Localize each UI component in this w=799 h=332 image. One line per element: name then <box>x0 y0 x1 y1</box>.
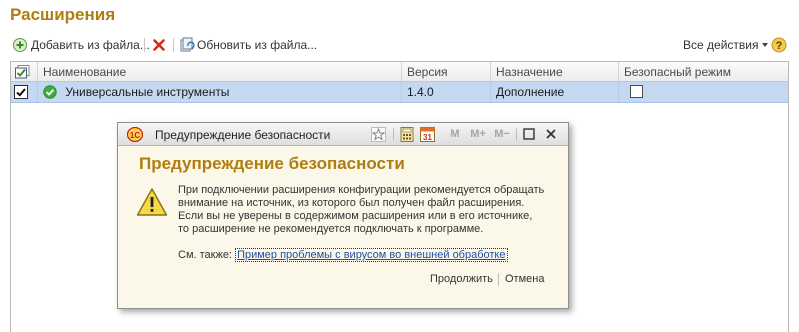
memory-m-button[interactable]: M <box>448 127 462 142</box>
delete-button[interactable] <box>151 36 167 54</box>
toolbar-separator <box>393 128 394 141</box>
1c-logo-icon: 1С <box>126 126 144 143</box>
toolbar-separator <box>144 38 145 52</box>
row-purpose-cell: Дополнение <box>490 82 618 102</box>
add-from-file-label: Добавить из файла... <box>31 38 150 52</box>
table-header: Наименование Версия Назначение Безопасны… <box>11 62 788 82</box>
green-check-circle-icon <box>43 85 57 99</box>
row-version-cell: 1.4.0 <box>401 82 490 102</box>
virus-example-link[interactable]: Пример проблемы с вирусом во внешней обр… <box>235 248 508 262</box>
row-safe-mode-cell <box>618 82 788 102</box>
caret-down-icon <box>762 43 769 47</box>
column-header-version[interactable]: Версия <box>401 62 490 82</box>
help-button[interactable]: ? <box>771 36 787 54</box>
all-actions-menu[interactable]: Все действия <box>683 36 769 54</box>
star-icon[interactable] <box>371 127 386 142</box>
extension-name: Универсальные инструменты <box>65 85 230 99</box>
header-checkbox-column[interactable] <box>11 62 37 82</box>
memory-m-minus-button[interactable]: M− <box>492 127 512 142</box>
update-from-file-button[interactable]: Обновить из файла... <box>179 36 317 54</box>
column-header-safe-mode[interactable]: Безопасный режим <box>618 62 788 82</box>
security-warning-dialog: 1С Предупреждение безопасности 31 M M+ M… <box>117 122 569 309</box>
memory-m-plus-button[interactable]: M+ <box>468 127 488 142</box>
warning-triangle-icon <box>136 187 168 217</box>
button-separator <box>498 273 499 286</box>
see-also-row: См. также: Пример проблемы с вирусом во … <box>178 248 508 262</box>
see-also-label: См. также: <box>178 249 232 261</box>
help-question-icon: ? <box>771 37 787 53</box>
close-icon[interactable] <box>545 128 557 140</box>
continue-button[interactable]: Продолжить <box>430 273 493 285</box>
row-name-cell: Универсальные инструменты <box>37 82 401 102</box>
plus-circle-icon <box>12 37 28 53</box>
safe-mode-checkbox[interactable] <box>630 85 643 98</box>
table-row[interactable]: Универсальные инструменты 1.4.0 Дополнен… <box>11 82 788 103</box>
row-enabled-checkbox[interactable] <box>14 85 28 99</box>
dialog-heading: Предупреждение безопасности <box>139 154 405 173</box>
add-from-file-button[interactable]: Добавить из файла... <box>12 36 150 54</box>
dialog-titlebar[interactable]: 1С Предупреждение безопасности 31 M M+ M… <box>118 123 568 146</box>
calendar-day: 31 <box>423 133 432 142</box>
dialog-window-title: Предупреждение безопасности <box>155 128 331 142</box>
toolbar-separator <box>173 38 174 52</box>
column-header-purpose[interactable]: Назначение <box>490 62 618 82</box>
toolbar-separator <box>516 128 517 141</box>
svg-text:1С: 1С <box>130 131 140 140</box>
column-header-name[interactable]: Наименование <box>37 62 401 82</box>
calculator-icon[interactable] <box>400 127 414 142</box>
calendar-icon[interactable]: 31 <box>420 126 435 142</box>
toolbar: Добавить из файла... Обновить из файла..… <box>10 34 789 56</box>
update-from-file-icon <box>179 37 195 53</box>
all-actions-label: Все действия <box>683 38 759 52</box>
row-checkbox-cell <box>11 82 37 102</box>
cancel-button[interactable]: Отмена <box>505 273 544 285</box>
svg-text:?: ? <box>776 40 783 52</box>
page-title: Расширения <box>10 5 116 24</box>
maximize-icon[interactable] <box>523 128 535 140</box>
dialog-message: При подключении расширения конфигурации … <box>178 184 545 235</box>
red-x-icon <box>151 37 167 53</box>
update-from-file-label: Обновить из файла... <box>197 38 318 52</box>
